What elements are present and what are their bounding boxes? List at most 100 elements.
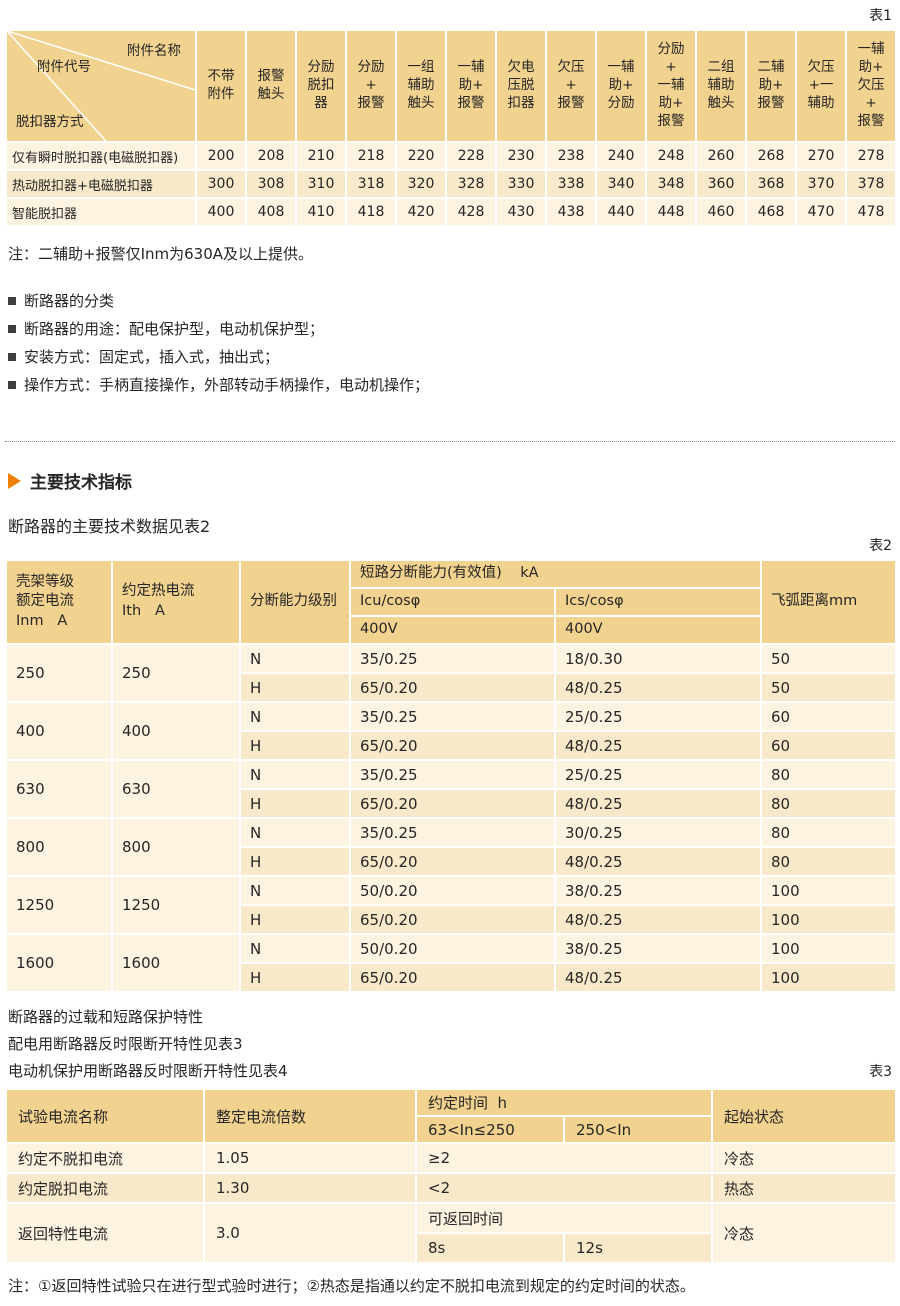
- arc-cell: 100: [761, 876, 896, 905]
- col-header: 二辅 助+ 报警: [746, 30, 796, 142]
- corner-label-accessory-code: 附件代号: [37, 59, 91, 77]
- list-item: 操作方式：手柄直接操作，外部转动手柄操作，电动机操作；: [8, 374, 892, 395]
- code-cell: 260: [696, 142, 746, 170]
- square-bullet-icon: [8, 325, 16, 333]
- table-header-row: 附件名称 附件代号 脱扣器方式 不带 附件 报警 触头 分励 脱扣 器 分励 +…: [6, 30, 896, 142]
- ith-cell: 630: [112, 760, 240, 818]
- classification-list: 断路器的分类 断路器的用途：配电保护型，电动机保护型； 安装方式：固定式，插入式…: [8, 290, 892, 395]
- multiple-cell: 3.0: [204, 1203, 416, 1263]
- table3-footnote: 注：①返回特性试验只在进行型式验时进行；②热态是指通以约定不脱扣电流到规定的约定…: [8, 1275, 892, 1296]
- ics-cell: 48/0.25: [555, 847, 761, 876]
- icu-cell: 65/0.20: [350, 963, 555, 992]
- table-row: 1600 1600 N 50/0.20 38/0.25 100: [6, 934, 896, 963]
- inm-cell: 630: [6, 760, 112, 818]
- table2-caption: 断路器的主要技术数据见表2: [8, 513, 892, 537]
- code-cell: 420: [396, 198, 446, 226]
- dotted-divider: [5, 441, 895, 442]
- table-row: 热动脱扣器+电磁脱扣器 300 308 310 318 320 328 330 …: [6, 170, 896, 198]
- row-label: 仅有瞬时脱扣器(电磁脱扣器): [6, 142, 196, 170]
- code-cell: 208: [246, 142, 296, 170]
- ics-cell: 38/0.25: [555, 876, 761, 905]
- arrow-icon: [8, 473, 21, 489]
- ics-cell: 48/0.25: [555, 731, 761, 760]
- corner-header-cell: 附件名称 附件代号 脱扣器方式: [6, 30, 196, 142]
- header-arc-distance: 飞弧距离mm: [761, 560, 896, 644]
- time-value-cell: 12s: [564, 1233, 712, 1263]
- trip-characteristic-table: 试验电流名称 整定电流倍数 约定时间 h 起始状态 63<In≤250 250<…: [5, 1088, 897, 1264]
- code-cell: 218: [346, 142, 396, 170]
- code-cell: 220: [396, 142, 446, 170]
- col-header: 报警 触头: [246, 30, 296, 142]
- ith-cell: 400: [112, 702, 240, 760]
- col-header: 二组 辅助 触头: [696, 30, 746, 142]
- col-header: 一辅 助+ 欠压 + 报警: [846, 30, 896, 142]
- code-cell: 228: [446, 142, 496, 170]
- table-row: 250 250 N 35/0.25 18/0.30 50: [6, 644, 896, 673]
- code-cell: 270: [796, 142, 846, 170]
- table-row: 仅有瞬时脱扣器(电磁脱扣器) 200 208 210 218 220 228 2…: [6, 142, 896, 170]
- level-cell: H: [240, 789, 350, 818]
- arc-cell: 80: [761, 789, 896, 818]
- level-cell: H: [240, 847, 350, 876]
- table-header-row: 试验电流名称 整定电流倍数 约定时间 h 起始状态: [6, 1089, 896, 1116]
- level-cell: N: [240, 702, 350, 731]
- section-title: 主要技术指标: [30, 468, 132, 493]
- time-cell: <2: [416, 1173, 712, 1203]
- icu-cell: 35/0.25: [350, 702, 555, 731]
- code-cell: 230: [496, 142, 546, 170]
- technical-data-table: 壳架等级 额定电流 Inm A 约定热电流 Ith A 分断能力级别 短路分断能…: [5, 559, 897, 993]
- accessory-code-table: 附件名称 附件代号 脱扣器方式 不带 附件 报警 触头 分励 脱扣 器 分励 +…: [5, 29, 897, 227]
- col-header: 欠电 压脱 扣器: [496, 30, 546, 142]
- code-cell: 448: [646, 198, 696, 226]
- level-cell: N: [240, 644, 350, 673]
- code-cell: 370: [796, 170, 846, 198]
- ics-cell: 48/0.25: [555, 905, 761, 934]
- table-row: 智能脱扣器 400 408 410 418 420 428 430 438 44…: [6, 198, 896, 226]
- header-icu: Icu/cosφ: [350, 588, 555, 616]
- arc-cell: 100: [761, 934, 896, 963]
- square-bullet-icon: [8, 297, 16, 305]
- text-line: 配电用断路器反时限断开特性见表3: [8, 1034, 892, 1056]
- time-label-cell: 可返回时间: [416, 1203, 712, 1233]
- code-cell: 438: [546, 198, 596, 226]
- ics-cell: 48/0.25: [555, 963, 761, 992]
- table1-note: 注：二辅助+报警仅Inm为630A及以上提供。: [8, 243, 892, 264]
- test-name-cell: 约定不脱扣电流: [6, 1143, 204, 1173]
- code-cell: 348: [646, 170, 696, 198]
- ics-cell: 48/0.25: [555, 789, 761, 818]
- state-cell: 热态: [712, 1173, 896, 1203]
- code-cell: 268: [746, 142, 796, 170]
- code-cell: 278: [846, 142, 896, 170]
- code-cell: 320: [396, 170, 446, 198]
- code-cell: 430: [496, 198, 546, 226]
- inm-cell: 400: [6, 702, 112, 760]
- header-initial-state: 起始状态: [712, 1089, 896, 1143]
- code-cell: 310: [296, 170, 346, 198]
- icu-cell: 35/0.25: [350, 818, 555, 847]
- table-row: 约定脱扣电流 1.30 <2 热态: [6, 1173, 896, 1203]
- list-item: 断路器的用途：配电保护型，电动机保护型；: [8, 318, 892, 339]
- table1-tag: 表1: [5, 5, 895, 29]
- code-cell: 340: [596, 170, 646, 198]
- ics-cell: 25/0.25: [555, 760, 761, 789]
- arc-cell: 60: [761, 731, 896, 760]
- icu-cell: 50/0.20: [350, 934, 555, 963]
- ics-cell: 25/0.25: [555, 702, 761, 731]
- header-icu-voltage: 400V: [350, 616, 555, 644]
- col-header: 一辅 助+ 报警: [446, 30, 496, 142]
- code-cell: 440: [596, 198, 646, 226]
- level-cell: N: [240, 876, 350, 905]
- arc-cell: 50: [761, 644, 896, 673]
- protection-characteristics-text: 断路器的过载和短路保护特性 配电用断路器反时限断开特性见表3 电动机保护用断路器…: [8, 1007, 892, 1082]
- code-cell: 318: [346, 170, 396, 198]
- list-item-text: 安装方式：固定式，插入式，抽出式；: [24, 346, 279, 367]
- header-breaking-capacity-group: 短路分断能力(有效值) kA: [350, 560, 761, 588]
- text-line: 断路器的过载和短路保护特性: [8, 1007, 892, 1029]
- header-conventional-time: 约定时间 h: [416, 1089, 712, 1116]
- col-header: 欠压 + 报警: [546, 30, 596, 142]
- section-header: 主要技术指标: [8, 468, 895, 493]
- list-item: 安装方式：固定式，插入式，抽出式；: [8, 346, 892, 367]
- ics-cell: 30/0.25: [555, 818, 761, 847]
- list-item-text: 断路器的分类: [24, 290, 114, 311]
- table-row: 1250 1250 N 50/0.20 38/0.25 100: [6, 876, 896, 905]
